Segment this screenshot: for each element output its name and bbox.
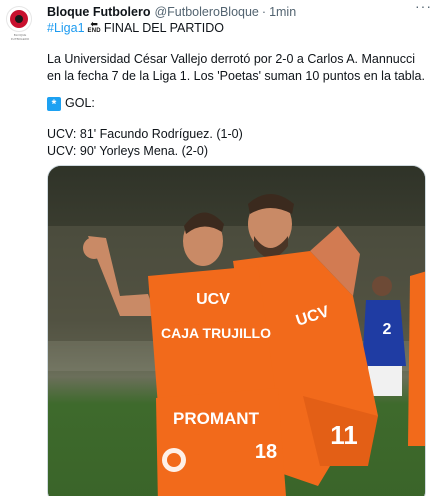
asterisk-icon: *	[47, 96, 61, 111]
goal-line-1: UCV: 81' Facundo Rodríguez. (1-0)	[47, 127, 243, 141]
separator-dot: ·	[261, 5, 267, 19]
end-icon-label: END	[87, 28, 101, 34]
tweet-timestamp[interactable]: 1min	[269, 5, 296, 19]
tweet-paragraph: La Universidad César Vallejo derrotó por…	[47, 52, 425, 83]
celebration-photo: 2 11 UCV UCV CAJA TRUJILLO PROMANT 18	[48, 166, 425, 496]
headline-text: FINAL DEL PARTIDO	[103, 21, 224, 35]
author-avatar[interactable]	[6, 6, 32, 32]
shorts-sponsor: PROMANT	[173, 409, 260, 428]
end-arrow-icon: ⬅ END	[87, 19, 101, 35]
tweet-header: Bloque Futbolero @FutboleroBloque · 1min	[47, 4, 444, 20]
gol-label: GOL:	[65, 96, 95, 110]
tweet-headline-line: #Liga1 ⬅ END FINAL DEL PARTIDO	[47, 20, 224, 36]
number-left: 18	[255, 441, 277, 463]
author-display-name[interactable]: Bloque Futbolero	[47, 5, 150, 19]
more-options-icon[interactable]: ···	[415, 0, 432, 13]
author-handle[interactable]: @FutboleroBloque	[154, 5, 258, 19]
left-jersey-brand: UCV	[196, 291, 230, 308]
gol-line: * GOL:	[47, 95, 432, 112]
number-right: 11	[330, 420, 358, 450]
tweet-media-photo[interactable]: 2 11 UCV UCV CAJA TRUJILLO PROMANT 18	[47, 165, 426, 496]
opponent-number: 2	[383, 321, 392, 338]
tweet-card[interactable]: BLOQUE FUTBOLERO Bloque Futbolero @Futbo…	[0, 0, 444, 496]
club-crest-icon	[10, 10, 28, 28]
hashtag-link[interactable]: #Liga1	[47, 21, 85, 35]
goals-list: UCV: 81' Facundo Rodríguez. (1-0) UCV: 9…	[47, 126, 432, 160]
avatar-caption: BLOQUE FUTBOLERO	[10, 33, 30, 41]
left-jersey-sponsor: CAJA TRUJILLO	[161, 325, 271, 341]
goal-line-2: UCV: 90' Yorleys Mena. (2-0)	[47, 144, 209, 158]
